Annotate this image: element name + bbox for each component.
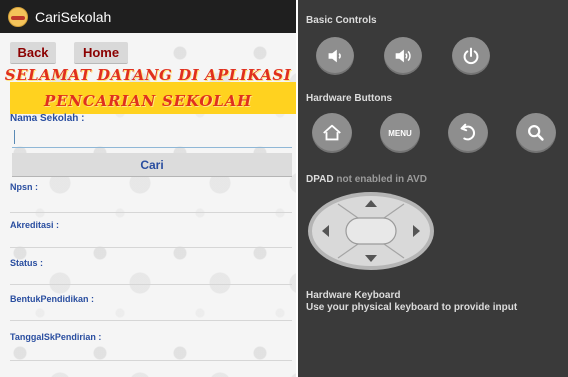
back-arrow-icon (460, 123, 475, 141)
status-value-line (10, 284, 292, 285)
search-button[interactable]: Cari (12, 153, 292, 177)
hardware-home-button[interactable] (312, 113, 352, 153)
app-title: CariSekolah (35, 8, 112, 25)
hardware-menu-button[interactable]: MENU (380, 113, 420, 153)
basic-controls-heading: Basic Controls (306, 15, 377, 26)
power-button[interactable] (452, 37, 490, 75)
menu-button-label: MENU (388, 128, 412, 138)
volume-down-button[interactable] (316, 37, 354, 75)
volume-down-icon (328, 49, 341, 63)
hardware-keyboard-heading: Hardware Keyboard (306, 290, 401, 301)
hardware-keyboard-note: Use your physical keyboard to provide in… (306, 302, 518, 313)
home-button[interactable]: Home (74, 42, 128, 64)
search-icon (528, 125, 544, 141)
npsn-label: Npsn : (10, 182, 38, 192)
hardware-search-button[interactable] (516, 113, 556, 153)
dpad-disabled-note: not enabled in AVD (336, 174, 427, 185)
action-bar: CariSekolah (0, 0, 296, 33)
tanggal-sk-pendirian-label: TanggalSkPendirian : (10, 332, 102, 342)
volume-up-icon (395, 49, 411, 63)
home-icon (323, 124, 341, 141)
school-name-input[interactable] (12, 128, 292, 148)
welcome-line-2: PENCARIAN SEKOLAH (44, 92, 252, 110)
npsn-value-line (10, 212, 292, 213)
welcome-line-1: SELAMAT DATANG DI APLIKASI (4, 66, 292, 84)
hardware-buttons-heading: Hardware Buttons (306, 93, 393, 104)
emulator-controls-panel: Basic Controls Hardware Buttons MENU DPA… (296, 0, 568, 377)
android-app-screen: CariSekolah Back Home SELAMAT DATANG DI … (0, 0, 296, 377)
power-icon (463, 47, 479, 65)
volume-up-button[interactable] (384, 37, 422, 75)
back-button[interactable]: Back (10, 42, 56, 64)
bentuk-pendidikan-label: BentukPendidikan : (10, 294, 95, 304)
bentuk-pendidikan-value-line (10, 320, 292, 321)
hardware-back-button[interactable] (448, 113, 488, 153)
app-logo-icon (8, 6, 28, 27)
dpad-center-button (345, 217, 397, 245)
akreditasi-value-line (10, 247, 292, 248)
dpad-title: DPAD (306, 174, 334, 185)
dpad-control[interactable] (306, 190, 436, 272)
status-label: Status : (10, 258, 44, 268)
school-name-label: Nama Sekolah : (10, 113, 85, 124)
tanggal-sk-pendirian-value-line (10, 360, 292, 361)
dpad-heading: DPAD not enabled in AVD (306, 174, 427, 185)
akreditasi-label: Akreditasi : (10, 220, 60, 230)
welcome-banner: SELAMAT DATANG DI APLIKASI PENCARIAN SEK… (0, 64, 296, 114)
